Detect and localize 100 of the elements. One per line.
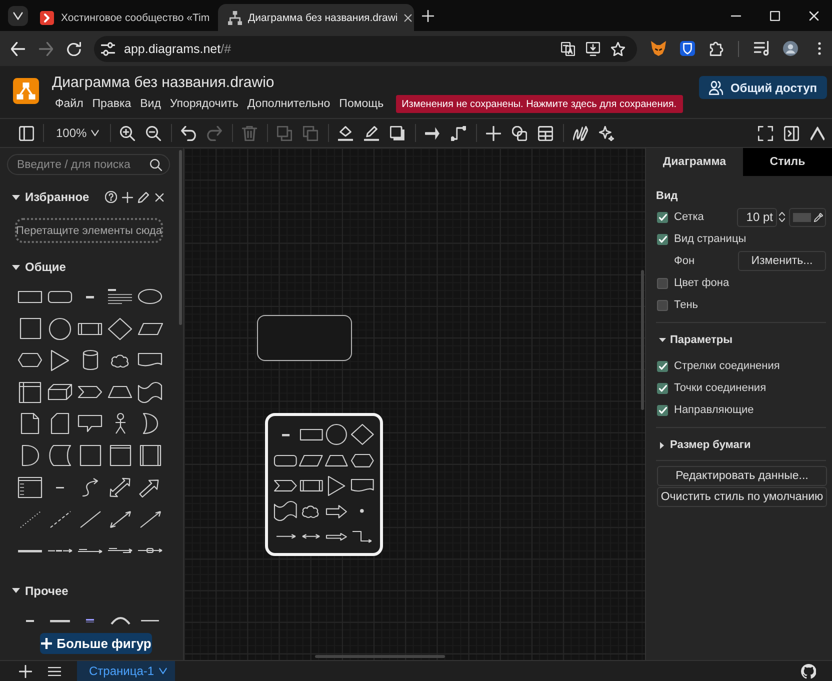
unsaved-changes-banner[interactable]: Изменения не сохранены. Нажмите здесь для сохранения. xyxy=(396,95,683,113)
grid-size-field[interactable]: 10 pt xyxy=(737,208,777,226)
section-toggle[interactable]: Прочее xyxy=(12,584,68,598)
section-toggle[interactable]: Параметры xyxy=(656,331,732,349)
menu-item[interactable]: Помощь xyxy=(336,96,387,112)
help-button[interactable] xyxy=(104,190,118,204)
arc-shape-icon[interactable] xyxy=(110,616,130,625)
dotted-line-shape-icon[interactable] xyxy=(20,510,40,528)
cube-shape-icon[interactable] xyxy=(48,384,72,400)
menu-item[interactable]: Дополнительно xyxy=(244,96,334,112)
crescent-shape-icon[interactable] xyxy=(142,413,158,434)
elbow-connector-icon[interactable] xyxy=(352,531,372,542)
diamond-shape-icon[interactable] xyxy=(108,318,132,340)
chevron-shape-icon[interactable] xyxy=(78,386,102,398)
circle-shape-icon[interactable] xyxy=(326,424,348,446)
underlined-text-shape-icon[interactable] xyxy=(86,619,94,622)
parallelogram-shape-icon[interactable] xyxy=(138,322,162,335)
trapezoid-shape-icon[interactable] xyxy=(108,386,132,398)
wavy-shape-icon[interactable] xyxy=(274,501,298,522)
text-block-shape-icon[interactable] xyxy=(108,289,132,304)
double-edged-rectangle-shape-icon[interactable] xyxy=(300,480,323,492)
thick-line-icon[interactable] xyxy=(18,550,42,552)
cylinder-shape-icon[interactable] xyxy=(82,350,98,370)
rounded-rectangle-shape-icon[interactable] xyxy=(274,454,298,466)
rectangle-shape-icon[interactable] xyxy=(300,429,323,440)
curved-sides-shape-icon[interactable] xyxy=(49,445,71,466)
double-arrow-line-icon[interactable] xyxy=(110,510,130,528)
trapezoid-shape-icon[interactable] xyxy=(325,454,348,466)
hexagon-shape-icon[interactable] xyxy=(350,454,374,467)
panel-button[interactable]: Очистить стиль по умолчанию xyxy=(657,487,827,507)
note-shape-icon[interactable] xyxy=(21,413,39,434)
dot-shape-icon[interactable] xyxy=(360,509,364,514)
checkbox[interactable] xyxy=(657,300,668,310)
menu-item[interactable]: Файл xyxy=(52,96,86,112)
double-arrow-line-icon[interactable] xyxy=(302,534,320,540)
text-shape-icon[interactable] xyxy=(86,296,94,298)
wavy-shape-icon[interactable] xyxy=(138,382,162,403)
arrow-with-box-icon[interactable] xyxy=(138,548,162,554)
parallelogram-shape-icon[interactable] xyxy=(299,454,324,466)
stick-figure-shape-icon[interactable] xyxy=(114,413,126,434)
tab-search-button[interactable] xyxy=(8,6,28,26)
panel-tab[interactable]: Стиль xyxy=(743,148,832,176)
speech-bubble-shape-icon[interactable] xyxy=(78,415,102,432)
line-shape-icon[interactable] xyxy=(80,510,100,528)
checkbox[interactable] xyxy=(657,212,668,222)
share-button[interactable]: Общий доступ xyxy=(699,76,827,99)
arrow-with-label-icon[interactable] xyxy=(78,548,102,553)
search-field[interactable]: Введите / для поиска xyxy=(7,154,170,175)
menu-item[interactable]: Вид xyxy=(137,96,164,112)
browser-tab[interactable]: Диаграмма без названия.drawi xyxy=(218,4,414,31)
scrollbar-thumb[interactable] xyxy=(641,270,644,410)
arrow-line-icon[interactable] xyxy=(140,510,160,528)
text-shape-icon[interactable] xyxy=(26,620,34,622)
frame-shape-icon[interactable] xyxy=(140,445,160,466)
document-title[interactable]: Диаграмма без названия.drawio xyxy=(52,74,274,92)
zoom-dropdown[interactable]: 100% xyxy=(49,121,105,145)
triangle-shape-icon[interactable] xyxy=(328,476,346,496)
section-toggle[interactable]: Размер бумаги xyxy=(656,436,751,454)
grid-size-stepper[interactable] xyxy=(778,210,786,224)
cloud-shape-icon[interactable] xyxy=(110,354,130,367)
scrollbar-thumb[interactable] xyxy=(315,655,445,658)
square-shape-icon[interactable] xyxy=(80,445,100,466)
cut-corner-shape-icon[interactable] xyxy=(51,413,69,434)
divided-square-shape-icon[interactable] xyxy=(19,382,41,403)
page-tab[interactable]: Страница-1 xyxy=(77,661,176,681)
diamond-shape-icon[interactable] xyxy=(350,424,374,446)
section-toggle[interactable]: Общие xyxy=(12,260,66,274)
half-circle-shape-icon[interactable] xyxy=(22,445,38,466)
frame-shape-icon[interactable] xyxy=(110,445,130,466)
menu-item[interactable]: Правка xyxy=(89,96,134,112)
document-shape-icon[interactable] xyxy=(350,478,374,493)
bold-text-shape-icon[interactable] xyxy=(50,620,70,622)
double-edged-rectangle-shape-icon[interactable] xyxy=(78,322,102,335)
drop-zone[interactable]: Перетащите элементы сюда xyxy=(15,218,163,243)
thick-arrow-icon[interactable] xyxy=(326,532,348,541)
ellipse-shape-icon[interactable] xyxy=(138,289,162,304)
checkbox[interactable] xyxy=(657,404,668,416)
block-arrow-shape-icon[interactable] xyxy=(326,504,348,518)
triangle-shape-icon[interactable] xyxy=(50,350,70,371)
checkbox[interactable] xyxy=(657,278,668,288)
arrow-with-label-icon[interactable] xyxy=(108,548,132,554)
address-bar[interactable]: app.diagrams.net/# xyxy=(94,36,637,62)
chevron-shape-icon[interactable] xyxy=(274,480,298,492)
dashed-line-shape-icon[interactable] xyxy=(50,510,70,528)
arrow-with-label-icon[interactable] xyxy=(48,549,72,553)
list-shape-icon[interactable] xyxy=(18,476,42,498)
circle-shape-icon[interactable] xyxy=(49,318,71,340)
rounded-rectangle-shape-icon[interactable] xyxy=(48,290,72,303)
panel-button[interactable]: Редактировать данные... xyxy=(657,466,827,486)
menu-item[interactable]: Упорядочить xyxy=(166,96,242,112)
checkbox[interactable] xyxy=(657,382,668,394)
hexagon-shape-icon[interactable] xyxy=(18,353,42,368)
document-shape-icon[interactable] xyxy=(138,352,162,368)
text-shape-icon[interactable] xyxy=(282,434,290,436)
edit-button[interactable] xyxy=(136,190,150,204)
more-shapes-button[interactable]: Больше фигур xyxy=(40,632,152,654)
browser-tab[interactable]: Хостинговое сообщество «Tim xyxy=(31,4,215,31)
arrow-line-icon[interactable] xyxy=(276,534,296,540)
curved-arrow-shape-icon[interactable] xyxy=(82,478,98,497)
grid-color-button[interactable] xyxy=(789,208,826,226)
